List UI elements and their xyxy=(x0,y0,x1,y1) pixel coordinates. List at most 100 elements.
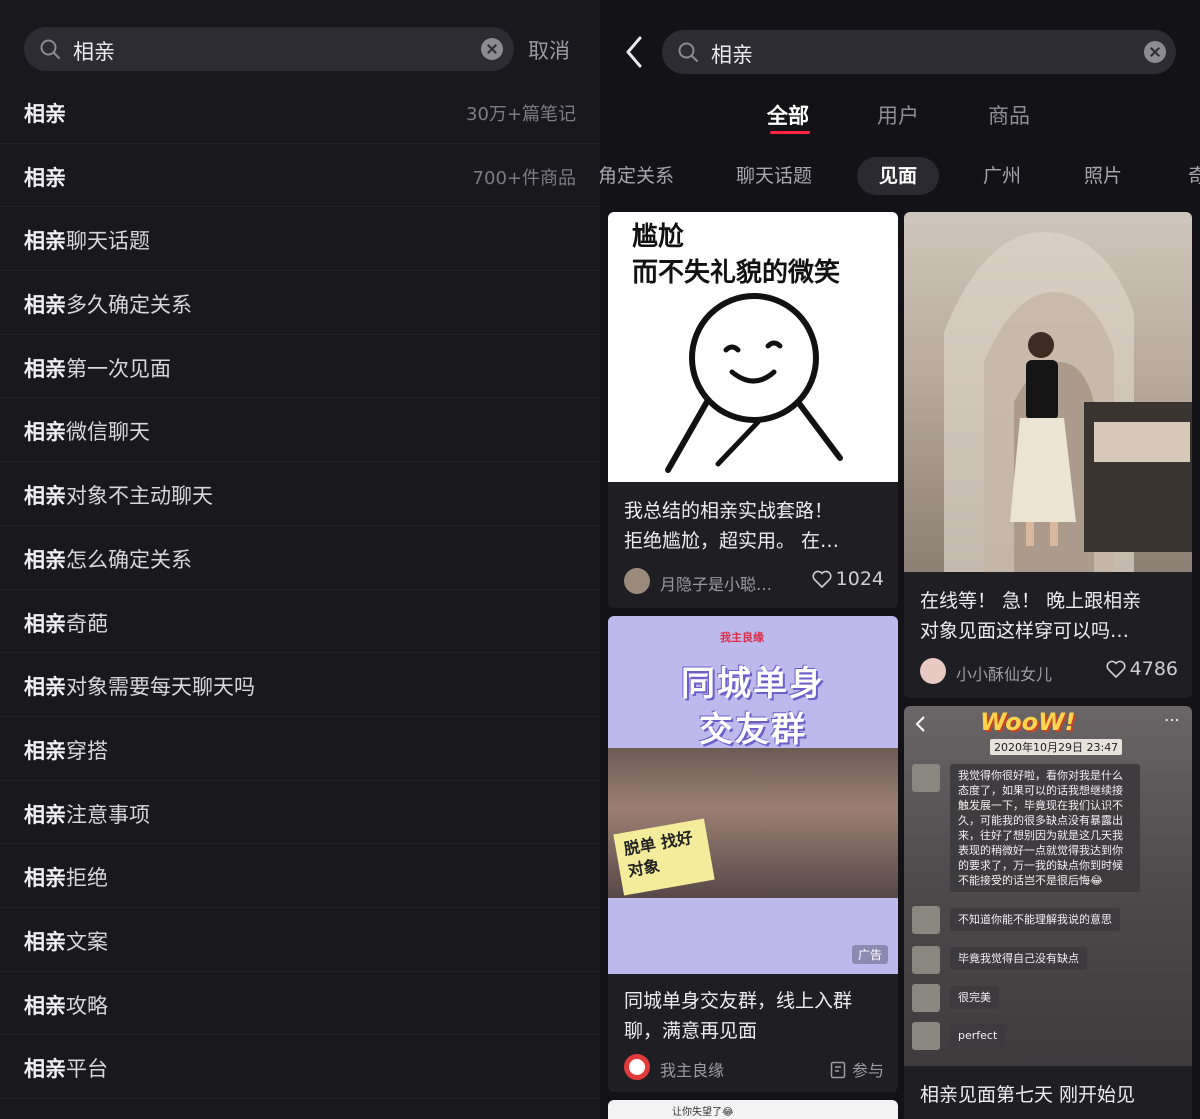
suggestion-rest: 第一次见面 xyxy=(66,356,171,381)
suggestion-keyword: 相亲 xyxy=(24,547,66,572)
suggestion-item[interactable]: 相亲穿搭 xyxy=(0,717,600,781)
suggestion-keyword: 相亲 xyxy=(24,420,66,445)
like-count[interactable]: 4786 xyxy=(1106,658,1178,680)
suggestion-item[interactable]: 相亲拒绝 xyxy=(0,844,600,908)
clear-icon[interactable] xyxy=(481,38,503,60)
join-button[interactable]: 参与 xyxy=(830,1057,884,1081)
note-cover-image xyxy=(904,212,1192,572)
chip-photos[interactable]: 照片 xyxy=(1084,157,1122,195)
brand-name[interactable]: 我主良缘 xyxy=(660,1057,724,1081)
search-input[interactable]: 相亲 xyxy=(711,39,753,69)
note-card[interactable]: 在线等！ 急！ 晚上跟相亲 对象见面这样穿可以吗… 小小酥仙女儿 4786 xyxy=(904,212,1192,698)
suggestion-text: 相亲拒绝 xyxy=(24,862,108,892)
suggestion-list: 相亲 30万+篇笔记 相亲 700+件商品 相亲聊天话题 相亲多久确定关系 相亲第一次见面相… xyxy=(0,80,600,1099)
suggestion-text: 相亲 xyxy=(24,162,66,192)
suggestion-rest: 怎么确定关系 xyxy=(66,547,192,572)
chip-meeting[interactable]: 见面 xyxy=(857,157,940,195)
ad-footer: 我主良缘 参与 xyxy=(624,1054,884,1080)
brand-avatar[interactable] xyxy=(624,1054,650,1080)
author-name[interactable]: 月隐子是小聪… xyxy=(660,571,772,595)
search-icon xyxy=(40,39,60,59)
suggestion-keyword: 相亲 xyxy=(24,293,66,318)
clear-icon[interactable] xyxy=(1144,41,1166,63)
suggestion-rest: 注意事项 xyxy=(66,802,150,827)
suggestion-text: 相亲多久确定关系 xyxy=(24,289,192,319)
chip-relationship[interactable]: 角定关系 xyxy=(600,157,674,195)
suggestion-item[interactable]: 相亲 700+件商品 xyxy=(0,144,600,208)
note-footer: 小小酥仙女儿 4786 xyxy=(920,658,1178,684)
suggestion-item[interactable]: 相亲对象需要每天聊天吗 xyxy=(0,653,600,717)
suggestion-rest: 聊天话题 xyxy=(66,229,150,254)
note-cover-image: WooW! ⋯ 2020年10月29日 23:47 我觉得你很好啦，看你对我是什… xyxy=(904,706,1192,1066)
suggestion-keyword: 相亲 xyxy=(24,675,66,700)
heart-icon xyxy=(1106,660,1126,679)
suggestion-text: 相亲奇葩 xyxy=(24,608,108,638)
suggestion-rest: 奇葩 xyxy=(66,611,108,636)
avatar[interactable] xyxy=(624,568,650,594)
suggestion-rest: 攻略 xyxy=(66,993,108,1018)
suggestion-text: 相亲第一次见面 xyxy=(24,353,171,383)
suggestion-item[interactable]: 相亲怎么确定关系 xyxy=(0,526,600,590)
suggestion-rest: 微信聊天 xyxy=(66,420,150,445)
heart-icon xyxy=(812,570,832,589)
avatar[interactable] xyxy=(920,658,946,684)
author-name[interactable]: 小小酥仙女儿 xyxy=(956,661,1052,685)
tab-all[interactable]: 全部 xyxy=(767,100,809,130)
suggestion-keyword: 相亲 xyxy=(24,356,66,381)
suggestion-item[interactable]: 相亲微信聊天 xyxy=(0,398,600,463)
suggestion-count: 700+件商品 xyxy=(472,167,576,189)
brand-label: 我主良缘 xyxy=(720,631,764,644)
like-count[interactable]: 1024 xyxy=(812,568,884,590)
note-cover-image: 尴尬 而不失礼貌的微笑 xyxy=(608,212,898,482)
ad-title: 同城单身交友群，线上入群 聊，满意再见面 xyxy=(624,990,853,1042)
active-tab-indicator xyxy=(770,131,810,134)
chip-more[interactable]: 奇 xyxy=(1188,157,1200,195)
suggestion-item[interactable]: 相亲注意事项 xyxy=(0,781,600,845)
search-bar[interactable]: 相亲 xyxy=(24,27,514,71)
suggestion-item[interactable]: 相亲对象不主动聊天 xyxy=(0,462,600,526)
suggestion-keyword: 相亲 xyxy=(24,802,66,827)
edit-icon xyxy=(830,1061,846,1079)
suggestion-text: 相亲文案 xyxy=(24,926,108,956)
suggestion-item[interactable]: 相亲多久确定关系 xyxy=(0,271,600,335)
suggestion-text: 相亲对象不主动聊天 xyxy=(24,480,213,510)
back-icon[interactable] xyxy=(620,34,648,70)
cancel-button[interactable]: 取消 xyxy=(528,35,570,65)
suggestion-text: 相亲平台 xyxy=(24,1053,108,1083)
suggestion-item[interactable]: 相亲攻略 xyxy=(0,972,600,1036)
search-results-panel: 相亲 全部 用户 商品 角定关系 聊天话题 见面 广州 照片 奇 尴尬 而不失礼… xyxy=(600,0,1200,1119)
suggestion-text: 相亲穿搭 xyxy=(24,735,108,765)
ad-badge: 广告 xyxy=(851,945,888,964)
chip-chat-topics[interactable]: 聊天话题 xyxy=(736,157,812,195)
note-card-partial[interactable]: 让你失望了😂 xyxy=(608,1100,898,1119)
suggestion-keyword: 相亲 xyxy=(24,229,66,254)
suggestion-item[interactable]: 相亲第一次见面 xyxy=(0,335,600,399)
chat-avatar xyxy=(912,906,940,934)
tab-users[interactable]: 用户 xyxy=(877,100,919,130)
filter-chips: 角定关系 聊天话题 见面 广州 照片 奇 xyxy=(600,157,1200,195)
suggestion-text: 相亲微信聊天 xyxy=(24,416,150,446)
note-card[interactable]: WooW! ⋯ 2020年10月29日 23:47 我觉得你很好啦，看你对我是什… xyxy=(904,706,1192,1119)
suggestion-item[interactable]: 相亲奇葩 xyxy=(0,590,600,654)
chip-guangzhou[interactable]: 广州 xyxy=(983,157,1021,195)
suggestion-text: 相亲怎么确定关系 xyxy=(24,544,192,574)
search-icon xyxy=(678,42,698,62)
suggestion-keyword: 相亲 xyxy=(24,866,66,891)
wow-sticker: WooW! xyxy=(980,708,1076,736)
search-bar-results[interactable]: 相亲 xyxy=(662,30,1176,74)
snippet-text: 让你失望了😂 xyxy=(672,1107,734,1118)
chat-topbar: WooW! ⋯ xyxy=(904,706,1192,740)
suggestion-text: 相亲对象需要每天聊天吗 xyxy=(24,671,255,701)
note-title: 在线等！ 急！ 晚上跟相亲 对象见面这样穿可以吗… xyxy=(920,590,1142,642)
note-footer: 月隐子是小聪… 1024 xyxy=(624,568,884,594)
suggestion-item[interactable]: 相亲平台 xyxy=(0,1035,600,1099)
suggestion-text: 相亲注意事项 xyxy=(24,799,150,829)
note-card[interactable]: 尴尬 而不失礼貌的微笑 我总结的相亲实战套路！ 拒绝尴尬，超实用。 在… 月隐子… xyxy=(608,212,898,608)
tab-goods[interactable]: 商品 xyxy=(988,100,1030,130)
suggestion-item[interactable]: 相亲 30万+篇笔记 xyxy=(0,80,600,144)
ad-card[interactable]: 我主良缘 同城单身 交友群 脱单 找好对象 广告 同城单身交友群，线上入群 聊，… xyxy=(608,616,898,1092)
suggestion-item[interactable]: 相亲文案 xyxy=(0,908,600,972)
search-input[interactable]: 相亲 xyxy=(73,36,115,66)
suggestion-item[interactable]: 相亲聊天话题 xyxy=(0,207,600,272)
suggestion-keyword: 相亲 xyxy=(24,165,66,190)
